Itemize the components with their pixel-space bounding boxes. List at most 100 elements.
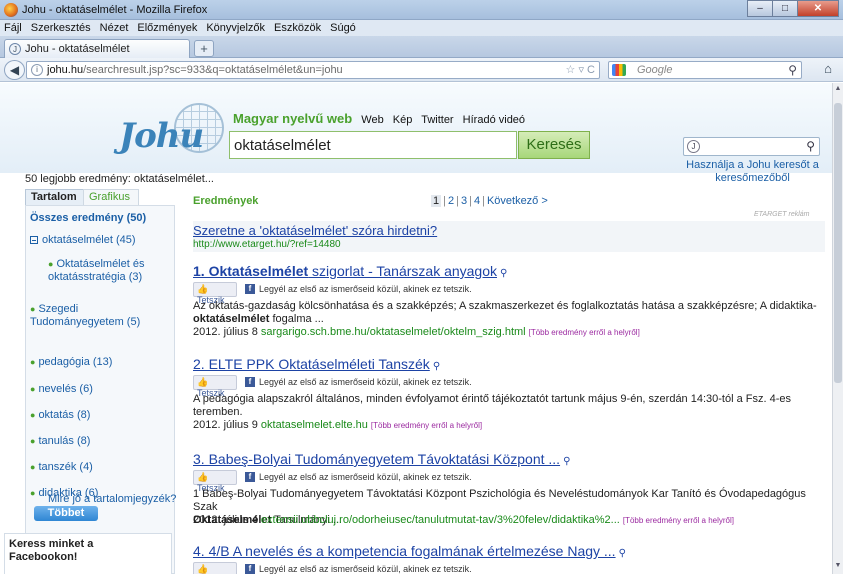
pagination: 1 | 2 | 3 | 4 | Következő > bbox=[431, 195, 548, 207]
scroll-thumb[interactable] bbox=[834, 103, 842, 383]
result-count: 50 legjobb eredmény: oktatáselmélet... bbox=[25, 173, 214, 185]
cluster-item[interactable]: ● tanszék (4) bbox=[30, 461, 93, 474]
cluster-item[interactable]: ● Szegedi Tudományegyetem (5) bbox=[30, 303, 170, 329]
result-url[interactable]: extensii.ubbcluj.ro/odorheiusec/tanulutm… bbox=[261, 514, 620, 526]
tab-label: Johu - oktatáselmélet bbox=[25, 43, 130, 55]
search-input[interactable]: oktatáselmélet bbox=[229, 131, 517, 159]
result-title[interactable]: 4. 4/B A nevelés és a kompetencia fogalm… bbox=[193, 543, 626, 559]
menu-bookmarks[interactable]: Könyvjelzők bbox=[206, 22, 265, 34]
browser-search-box[interactable]: Google ⚲ bbox=[608, 61, 802, 79]
page-4[interactable]: 4 bbox=[474, 195, 480, 207]
preview-magnifier-icon[interactable]: ⚲ bbox=[500, 268, 507, 279]
like-text: Legyél az első az ismerőseid közül, akin… bbox=[259, 377, 472, 387]
more-from-site-link[interactable]: [Több eredmény erről a helyről] bbox=[623, 516, 734, 525]
result-title[interactable]: 1. Oktatáselmélet szigorlat - Tanárszak … bbox=[193, 263, 507, 279]
menu-edit[interactable]: Szerkesztés bbox=[31, 22, 91, 34]
cluster-item[interactable]: ● tanulás (8) bbox=[30, 435, 90, 448]
more-from-site-link[interactable]: [Több eredmény erről a helyről] bbox=[529, 328, 640, 337]
browser-tab[interactable]: J Johu - oktatáselmélet bbox=[4, 39, 190, 58]
cluster-item[interactable]: oktatáselmélet (45) bbox=[30, 234, 136, 247]
cluster-item[interactable]: ● oktatás (8) bbox=[30, 409, 90, 422]
back-button[interactable]: ◀ bbox=[4, 60, 25, 80]
window-controls: – □ ✕ bbox=[747, 0, 839, 18]
cluster-item[interactable]: ● nevelés (6) bbox=[30, 383, 93, 396]
vertical-scrollbar[interactable]: ▲ ▼ bbox=[832, 83, 843, 574]
cluster-label: oktatás (8) bbox=[38, 409, 91, 421]
nav-kep[interactable]: Kép bbox=[393, 114, 413, 126]
ad-url[interactable]: http://www.etarget.hu/?ref=14480 bbox=[193, 239, 341, 250]
preview-magnifier-icon[interactable]: ⚲ bbox=[563, 456, 570, 467]
johu-toolbar-search-input[interactable]: J ⚲ bbox=[683, 137, 820, 156]
preview-magnifier-icon[interactable]: ⚲ bbox=[433, 361, 440, 372]
all-results-link[interactable]: Összes eredmény (50) bbox=[30, 212, 146, 224]
tab-tartalom[interactable]: Tartalom bbox=[25, 189, 85, 205]
collapse-icon[interactable] bbox=[30, 236, 38, 244]
like-row: 👍 Tetszik f Legyél az első az ismerőseid… bbox=[193, 470, 825, 493]
like-button[interactable]: 👍 Tetszik bbox=[193, 562, 237, 574]
site-identity-icon[interactable]: i bbox=[31, 64, 43, 76]
page-1[interactable]: 1 bbox=[431, 195, 442, 207]
nav-hirado-video[interactable]: Híradó videó bbox=[463, 114, 525, 126]
top-nav: Magyar nyelvű web Web Kép Twitter Híradó… bbox=[233, 111, 531, 126]
scroll-up-icon[interactable]: ▲ bbox=[834, 85, 842, 95]
bullet-icon: ● bbox=[30, 410, 36, 420]
minimize-button[interactable]: – bbox=[747, 0, 773, 17]
page-2[interactable]: 2 bbox=[448, 195, 454, 207]
new-tab-button[interactable]: + bbox=[194, 40, 214, 57]
facebook-box-title[interactable]: Keress minket a Facebookon! bbox=[9, 538, 129, 564]
facebook-icon: f bbox=[245, 472, 255, 482]
google-icon[interactable] bbox=[612, 64, 626, 76]
more-from-site-link[interactable]: [Több eredmény erről a helyről] bbox=[371, 421, 482, 430]
nav-twitter[interactable]: Twitter bbox=[421, 114, 453, 126]
facebook-icon: f bbox=[245, 377, 255, 387]
result-snippet: A pedagógia alapszakról általános, minde… bbox=[193, 393, 792, 418]
home-icon[interactable]: ⌂ bbox=[818, 61, 838, 79]
ad-title[interactable]: Szeretne a 'oktatáselmélet' szóra hirdet… bbox=[193, 223, 437, 238]
toc-help-link[interactable]: Mire jó a tartalomjegyzék? bbox=[48, 493, 176, 505]
tabbar: J Johu - oktatáselmélet + bbox=[0, 36, 843, 58]
site-logo[interactable]: Johu bbox=[119, 116, 204, 156]
tab-grafikus[interactable]: Grafikus bbox=[83, 189, 139, 205]
cluster-label: oktatáselmélet (45) bbox=[42, 234, 136, 246]
bullet-icon: ● bbox=[30, 304, 36, 314]
address-bar[interactable]: i johu.hu/searchresult.jsp?sc=933&q=okta… bbox=[26, 61, 600, 79]
close-window-button[interactable]: ✕ bbox=[797, 0, 839, 17]
page-3[interactable]: 3 bbox=[461, 195, 467, 207]
like-button[interactable]: 👍 Tetszik bbox=[193, 470, 237, 493]
menu-help[interactable]: Súgó bbox=[330, 22, 356, 34]
johu-small-icon: J bbox=[687, 140, 700, 153]
search-button[interactable]: Keresés bbox=[518, 131, 590, 159]
site-header: Johu Magyar nyelvű web Web Kép Twitter H… bbox=[0, 83, 832, 184]
preview-magnifier-icon[interactable]: ⚲ bbox=[619, 548, 626, 559]
maximize-button[interactable]: □ bbox=[772, 0, 798, 17]
next-page-link[interactable]: Következő > bbox=[487, 195, 548, 207]
result-title[interactable]: 2. ELTE PPK Oktatáselméleti Tanszék ⚲ bbox=[193, 356, 440, 372]
bookmark-star-icon[interactable]: ☆ ▿ C bbox=[566, 63, 595, 76]
ad-box: Szeretne a 'oktatáselmélet' szóra hirdet… bbox=[193, 221, 825, 252]
side-help-link[interactable]: Használja a Johu keresőt a keresőmezőből bbox=[675, 159, 830, 185]
result-meta: 2012. július 9 oktataselmelet.elte.hu [Tö… bbox=[193, 419, 483, 431]
menu-view[interactable]: Nézet bbox=[100, 22, 129, 34]
window-titlebar: Johu - oktatáselmélet - Mozilla Firefox … bbox=[0, 0, 843, 20]
result-url[interactable]: sargarigo.sch.bme.hu/oktataselmelet/okte… bbox=[261, 326, 526, 338]
menu-file[interactable]: Fájl bbox=[4, 22, 22, 34]
result-meta: 2012. július 8 sargarigo.sch.bme.hu/okta… bbox=[193, 326, 640, 338]
result-meta: 2012. július 4 extensii.ubbcluj.ro/odorh… bbox=[193, 514, 734, 526]
result-title[interactable]: 3. Babeş-Bolyai Tudományegyetem Távoktat… bbox=[193, 451, 570, 467]
menu-history[interactable]: Előzmények bbox=[137, 22, 197, 34]
like-button[interactable]: 👍 Tetszik bbox=[193, 375, 237, 398]
scroll-down-icon[interactable]: ▼ bbox=[834, 562, 842, 572]
cluster-label: Szegedi Tudományegyetem (5) bbox=[30, 303, 141, 328]
more-button[interactable]: Többet bbox=[34, 506, 98, 521]
left-tabs: Tartalom Grafikus bbox=[25, 189, 175, 205]
bullet-icon: ● bbox=[30, 462, 36, 472]
search-icon[interactable]: ⚲ bbox=[788, 63, 797, 77]
cluster-subitem[interactable]: ● Oktatáselmélet és oktatásstratégia (3) bbox=[48, 258, 166, 284]
menu-tools[interactable]: Eszközök bbox=[274, 22, 321, 34]
menubar: Fájl Szerkesztés Nézet Előzmények Könyvj… bbox=[0, 20, 843, 36]
search-icon[interactable]: ⚲ bbox=[806, 139, 815, 153]
result-url[interactable]: oktataselmelet.elte.hu bbox=[261, 419, 368, 431]
cluster-item[interactable]: ● pedagógia (13) bbox=[30, 356, 112, 369]
nav-web[interactable]: Web bbox=[361, 114, 383, 126]
like-button[interactable]: 👍 Tetszik bbox=[193, 282, 237, 305]
